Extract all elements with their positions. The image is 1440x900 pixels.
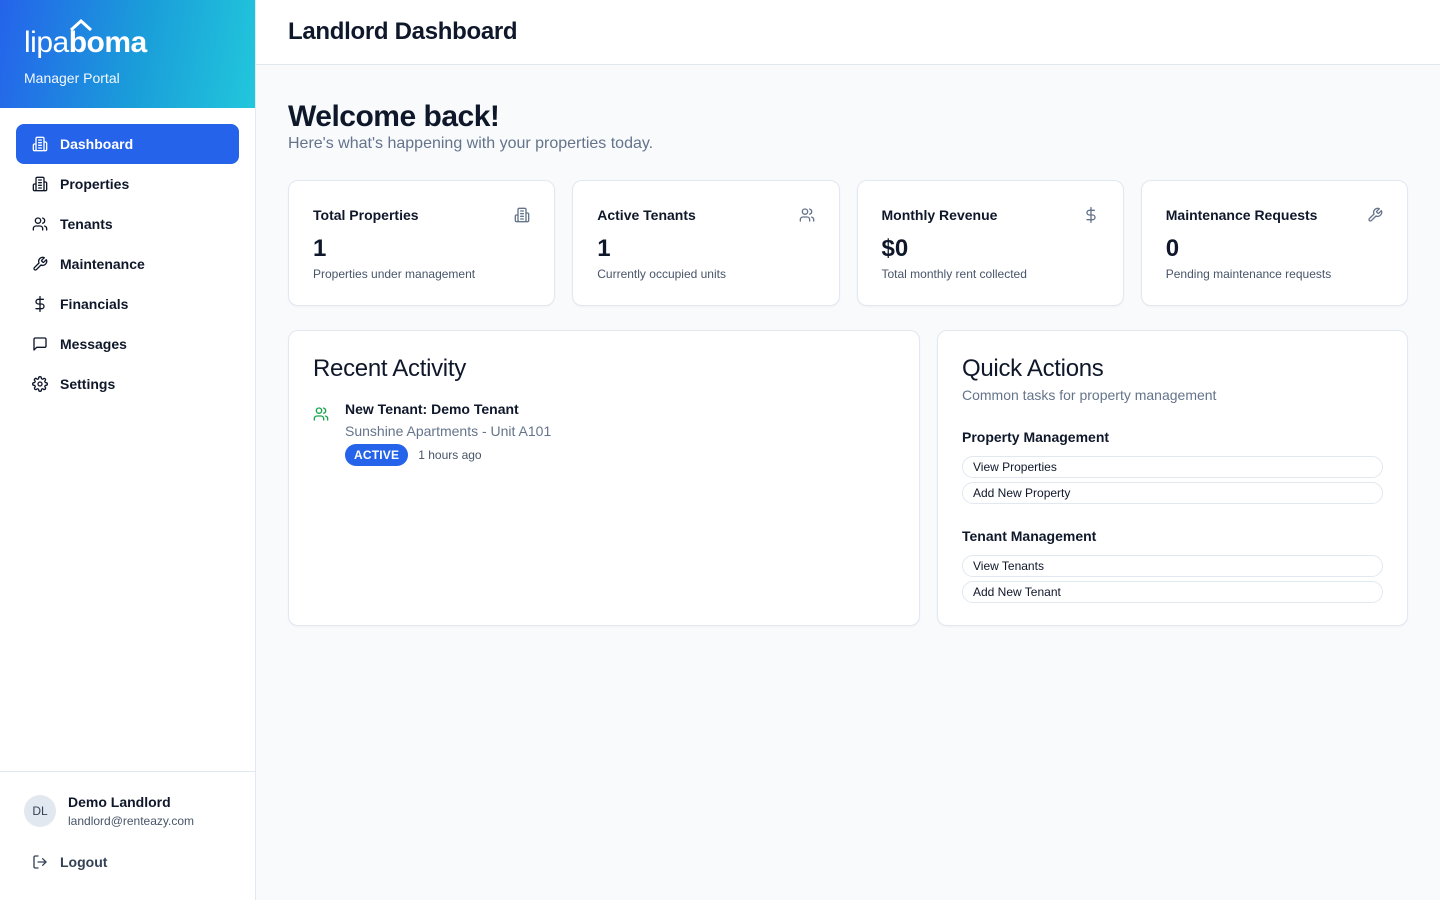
users-icon bbox=[799, 208, 814, 222]
stat-card-total-properties: Total Properties 1 Properties under mana… bbox=[288, 180, 556, 306]
stat-value: 1 bbox=[313, 235, 327, 262]
activity-subtitle: Sunshine Apartments - Unit A101 bbox=[345, 423, 552, 439]
dollar-icon bbox=[1086, 207, 1096, 223]
user-name: Demo Landlord bbox=[68, 794, 171, 810]
view-properties-button[interactable]: View Properties bbox=[962, 456, 1383, 478]
view-tenants-button[interactable]: View Tenants bbox=[962, 555, 1383, 577]
stat-value: 1 bbox=[597, 235, 611, 262]
add-property-button[interactable]: Add New Property bbox=[962, 482, 1383, 504]
activity-meta: ACTIVE 1 hours ago bbox=[345, 444, 551, 466]
recent-activity-panel: Recent Activity New Tenant: Demo Tenant … bbox=[288, 330, 920, 626]
stat-title: Monthly Revenue bbox=[881, 207, 998, 223]
group-title-tenant-management: Tenant Management bbox=[962, 528, 1097, 544]
sidebar-item-maintenance[interactable]: Maintenance bbox=[16, 244, 239, 284]
sidebar-item-label: Settings bbox=[60, 376, 116, 392]
sidebar-item-properties[interactable]: Properties bbox=[16, 164, 239, 204]
logo-text-bold-wrap: boma bbox=[69, 19, 147, 58]
users-icon bbox=[32, 217, 48, 231]
building-icon bbox=[514, 207, 530, 223]
group-title-property-management: Property Management bbox=[962, 429, 1110, 445]
add-tenant-button[interactable]: Add New Tenant bbox=[962, 581, 1383, 603]
panels-row: Recent Activity New Tenant: Demo Tenant … bbox=[288, 330, 1408, 626]
sidebar-item-label: Financials bbox=[60, 296, 129, 312]
gear-icon bbox=[32, 376, 48, 392]
avatar: DL bbox=[24, 795, 56, 827]
quick-actions-subtitle: Common tasks for property management bbox=[962, 387, 1217, 403]
building-icon bbox=[32, 176, 48, 192]
stat-value: 0 bbox=[1165, 235, 1180, 262]
user-profile[interactable]: DL Demo Landlord landlord@renteazy.com bbox=[24, 794, 231, 828]
portal-subtitle: Manager Portal bbox=[24, 70, 120, 86]
sidebar-item-label: Properties bbox=[60, 176, 130, 192]
sidebar-item-label: Maintenance bbox=[60, 256, 145, 272]
stats-row: Total Properties 1 Properties under mana… bbox=[288, 180, 1408, 306]
stat-description: Total monthly rent collected bbox=[881, 267, 1027, 281]
stat-title: Active Tenants bbox=[597, 207, 696, 223]
logout-button[interactable]: Logout bbox=[32, 854, 231, 870]
welcome-title: Welcome back! bbox=[288, 100, 500, 133]
roof-icon bbox=[69, 19, 92, 31]
brand-header: lipa boma Manager Portal bbox=[0, 0, 255, 108]
list-item[interactable]: New Tenant: Demo Tenant Sunshine Apartme… bbox=[313, 401, 895, 466]
main-content: Welcome back! Here's what's happening wi… bbox=[288, 65, 1408, 626]
stat-title: Total Properties bbox=[313, 207, 419, 223]
activity-content: New Tenant: Demo Tenant Sunshine Apartme… bbox=[345, 401, 551, 466]
logo-text-light: lipa bbox=[24, 26, 69, 59]
welcome-subtitle: Here's what's happening with your proper… bbox=[288, 135, 654, 152]
stat-description: Currently occupied units bbox=[597, 267, 726, 281]
user-panel: DL Demo Landlord landlord@renteazy.com L… bbox=[0, 771, 255, 900]
sidebar-item-label: Dashboard bbox=[60, 136, 134, 152]
sidebar: lipa boma Manager Portal Dashboard Prope… bbox=[0, 0, 256, 900]
building-icon bbox=[32, 136, 48, 152]
wrench-icon bbox=[33, 256, 48, 271]
activity-title: New Tenant: Demo Tenant bbox=[345, 401, 519, 417]
sidebar-nav: Dashboard Properties Tenants Maintenance… bbox=[0, 108, 255, 404]
user-email: landlord@renteazy.com bbox=[68, 814, 195, 828]
sidebar-item-financials[interactable]: Financials bbox=[16, 284, 239, 324]
stat-card-maintenance-requests: Maintenance Requests 0 Pending maintenan… bbox=[1140, 180, 1408, 306]
sidebar-item-dashboard[interactable]: Dashboard bbox=[16, 124, 239, 164]
sidebar-item-label: Tenants bbox=[60, 216, 113, 232]
activity-time: 1 hours ago bbox=[418, 448, 482, 462]
app-logo[interactable]: lipa boma bbox=[24, 19, 231, 59]
quick-actions-panel: Quick Actions Common tasks for property … bbox=[937, 330, 1408, 626]
sidebar-item-label: Messages bbox=[60, 336, 127, 352]
stat-value: $0 bbox=[881, 235, 909, 262]
stat-card-active-tenants: Active Tenants 1 Currently occupied unit… bbox=[572, 180, 840, 306]
stat-card-monthly-revenue: Monthly Revenue $0 Total monthly rent co… bbox=[856, 180, 1124, 306]
message-icon bbox=[33, 337, 47, 351]
dollar-icon bbox=[35, 296, 45, 312]
sidebar-item-tenants[interactable]: Tenants bbox=[16, 204, 239, 244]
logout-icon bbox=[33, 855, 47, 869]
wrench-icon bbox=[1368, 207, 1383, 222]
sidebar-item-messages[interactable]: Messages bbox=[16, 324, 239, 364]
user-info: Demo Landlord landlord@renteazy.com bbox=[68, 794, 194, 828]
recent-activity-title: Recent Activity bbox=[313, 355, 466, 382]
logout-label: Logout bbox=[60, 854, 108, 870]
stat-description: Pending maintenance requests bbox=[1165, 267, 1332, 281]
stat-description: Properties under management bbox=[313, 267, 476, 281]
top-header: Landlord Dashboard bbox=[256, 0, 1440, 65]
page-title: Landlord Dashboard bbox=[288, 18, 518, 45]
stat-title: Maintenance Requests bbox=[1165, 207, 1318, 223]
status-badge: ACTIVE bbox=[345, 444, 409, 466]
quick-actions-title: Quick Actions bbox=[962, 355, 1104, 382]
sidebar-item-settings[interactable]: Settings bbox=[16, 364, 239, 404]
users-icon bbox=[313, 407, 329, 421]
